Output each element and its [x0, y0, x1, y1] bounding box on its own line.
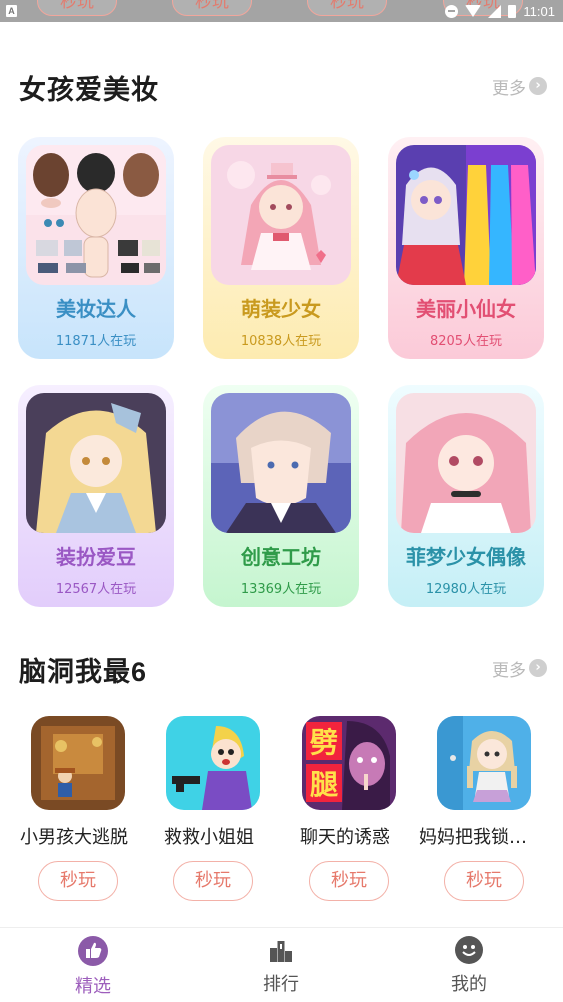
- smiley-icon: [455, 936, 483, 964]
- game-name: 创意工坊: [241, 545, 321, 569]
- game-name: 美丽小仙女: [416, 297, 516, 321]
- game-card[interactable]: 萌装少女 10838人在玩: [203, 137, 359, 359]
- nav-tab-profile[interactable]: 我的: [414, 936, 524, 996]
- more-label: 更多: [492, 78, 526, 99]
- more-link-makeup[interactable]: 更多 ›: [492, 74, 547, 99]
- section-title-brain: 脑洞我最6: [19, 657, 148, 687]
- play-count: 12567人在玩: [55, 582, 137, 597]
- game-name: 装扮爱豆: [56, 545, 136, 569]
- play-button[interactable]: 秒玩: [444, 861, 524, 901]
- game-name: 美妆达人: [56, 297, 136, 321]
- game-icon: 劈 腿: [302, 716, 396, 810]
- thumbs-up-icon: [78, 936, 108, 966]
- game-card[interactable]: 创意工坊 13369人在玩: [203, 385, 359, 607]
- play-count: 12980人在玩: [425, 582, 507, 597]
- nav-tab-featured[interactable]: 精选: [38, 936, 148, 998]
- game-name: 妈妈把我锁在家: [419, 827, 541, 848]
- chevron-right-icon: ›: [529, 659, 547, 677]
- bottom-nav: 精选 排行 我的: [0, 927, 563, 1002]
- game-name: 聊天的诱惑: [300, 827, 390, 848]
- partial-play-button[interactable]: 秒玩: [307, 0, 387, 16]
- game-name: 菲梦少女偶像: [406, 545, 526, 569]
- nav-tab-ranking[interactable]: 排行: [226, 936, 336, 996]
- play-count: 13369人在玩: [240, 582, 322, 597]
- play-count: 11871人在玩: [55, 334, 137, 349]
- play-button[interactable]: 秒玩: [309, 861, 389, 901]
- signal-icon: [488, 4, 502, 18]
- game-card[interactable]: 美妆达人 11871人在玩: [18, 137, 174, 359]
- nav-label: 我的: [451, 974, 487, 995]
- play-count: 10838人在玩: [240, 334, 322, 349]
- game-thumbnail: [396, 393, 536, 533]
- nav-label: 精选: [75, 976, 111, 997]
- wifi-icon: [465, 5, 482, 17]
- icon-text: 腿: [310, 768, 338, 801]
- section-title-makeup: 女孩爱美妆: [19, 75, 159, 105]
- play-button[interactable]: 秒玩: [38, 861, 118, 901]
- game-thumbnail: [26, 393, 166, 533]
- play-button[interactable]: 秒玩: [173, 861, 253, 901]
- partial-play-button[interactable]: 秒玩: [172, 0, 252, 16]
- game-icon: [166, 716, 260, 810]
- partial-play-button[interactable]: 秒玩: [37, 0, 117, 16]
- game-name: 小男孩大逃脱: [20, 827, 128, 848]
- game-card[interactable]: 菲梦少女偶像 12980人在玩: [388, 385, 544, 607]
- game-thumbnail: [211, 393, 351, 533]
- do-not-disturb-icon: [445, 4, 459, 18]
- game-thumbnail: [211, 145, 351, 285]
- game-name: 救救小姐姐: [164, 827, 254, 848]
- game-name: 萌装少女: [241, 297, 321, 321]
- notification-icon: A: [6, 5, 17, 17]
- game-card[interactable]: 装扮爱豆 12567人在玩: [18, 385, 174, 607]
- icon-text: 劈: [309, 726, 338, 759]
- battery-icon: [508, 4, 517, 18]
- nav-label: 排行: [263, 974, 299, 995]
- game-thumbnail: [26, 145, 166, 285]
- more-link-brain[interactable]: 更多 ›: [492, 656, 547, 681]
- game-card[interactable]: 美丽小仙女 8205人在玩: [388, 137, 544, 359]
- ranking-icon: [267, 936, 295, 964]
- game-icon: [437, 716, 531, 810]
- game-thumbnail: [396, 145, 536, 285]
- status-bar: 秒玩 秒玩 秒玩 秒玩 A 11:01: [0, 0, 563, 22]
- game-icon: [31, 716, 125, 810]
- more-label: 更多: [492, 660, 526, 681]
- chevron-right-icon: ›: [529, 77, 547, 95]
- clock: 11:01: [523, 3, 555, 19]
- play-count: 8205人在玩: [429, 334, 503, 349]
- status-icons: 11:01: [445, 0, 555, 22]
